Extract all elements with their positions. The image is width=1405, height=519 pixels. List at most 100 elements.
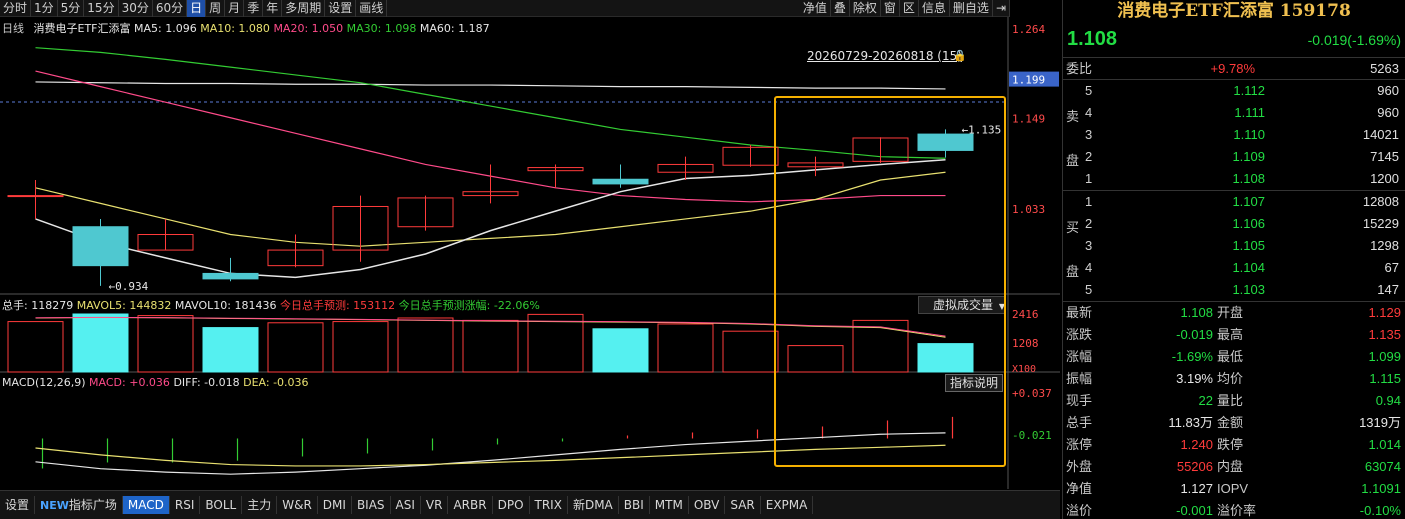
indicator-tab[interactable]: RSI [170, 496, 201, 514]
indicator-tab[interactable]: BOLL [200, 496, 243, 514]
candle-body[interactable] [202, 272, 259, 280]
level-volume: 12808 [1362, 194, 1399, 209]
period-tab[interactable]: 画线 [356, 0, 388, 17]
volume-bar [527, 313, 584, 373]
quote-key: 量比 [1217, 393, 1244, 408]
toolbar-tool[interactable]: 信息 [919, 0, 950, 17]
period-tab[interactable]: 30分 [119, 0, 153, 17]
quote-value: 1.099 [1368, 349, 1401, 364]
quote-key: 跌停 [1217, 437, 1244, 452]
candle-body[interactable] [7, 195, 64, 198]
macd-legend: MACD(12,26,9) MACD: +0.036 DIFF: -0.018 … [2, 376, 309, 389]
order-level[interactable]: 2 1.106 15229 [1063, 213, 1405, 235]
quote-value: 1.108 [1180, 305, 1213, 320]
highlight-box [774, 96, 1006, 467]
macd-tick: -0.021 [1012, 429, 1052, 442]
quote-key: IOPV [1217, 481, 1249, 496]
indicator-tab-label: MACD [127, 498, 164, 512]
quote-value: 1.127 [1180, 481, 1213, 496]
period-label: 日线 [2, 22, 24, 35]
indicator-tab[interactable]: 设置 [0, 496, 36, 514]
date-range-label[interactable]: 20260729-20260818 (15) [807, 49, 962, 63]
indicator-tab[interactable]: OBV [689, 496, 726, 514]
indicator-tab[interactable]: EXPMA [761, 496, 814, 514]
period-tab[interactable]: 年 [263, 0, 283, 17]
toolbar-tool[interactable]: 净值 [800, 0, 831, 17]
indicator-tab[interactable]: NEW指标广场 [35, 496, 123, 514]
indicator-tab-label: DPO [497, 498, 524, 512]
quote-key: 振幅 [1066, 371, 1093, 386]
level-price: 1.109 [1232, 149, 1265, 164]
indicator-tab[interactable]: TRIX [530, 496, 568, 514]
period-tab[interactable]: 日 [187, 0, 207, 17]
order-level[interactable]: 1 1.107 12808 [1063, 191, 1405, 213]
quote-row: 振幅 3.19% 均价 1.115 [1063, 368, 1405, 390]
side-char: 买 [1066, 221, 1080, 236]
period-tab[interactable]: 分时 [0, 0, 32, 17]
indicator-tab[interactable]: DPO [493, 496, 530, 514]
indicator-tab[interactable]: 新DMA [568, 496, 619, 514]
order-ratio-label: 委比 [1066, 61, 1093, 76]
ma20-label: MA20: 1.050 [273, 22, 344, 35]
order-level[interactable]: 2 1.109 7145 [1063, 146, 1405, 168]
toolbar-tool[interactable]: 窗 [881, 0, 900, 17]
quote-value: 63074 [1364, 459, 1401, 474]
pin-icon[interactable]: ⇥ [993, 0, 1010, 17]
period-tab[interactable]: 设置 [325, 0, 357, 17]
quote-key: 最新 [1066, 305, 1093, 320]
period-tab[interactable]: 5分 [58, 0, 85, 17]
indicator-tab[interactable]: W&R [277, 496, 318, 514]
indicator-tab[interactable]: BIAS [352, 496, 391, 514]
level-volume: 147 [1377, 282, 1399, 297]
indicator-tab[interactable]: SAR [725, 496, 761, 514]
level-price: 1.108 [1232, 171, 1265, 186]
indicator-tab[interactable]: ASI [391, 496, 421, 514]
quote-value: 1.129 [1368, 305, 1401, 320]
period-tab[interactable]: 60分 [153, 0, 188, 17]
period-tab[interactable]: 月 [225, 0, 245, 17]
indicator-tab[interactable]: VR [421, 496, 449, 514]
quote-key: 净值 [1066, 481, 1093, 496]
volume-bar [397, 317, 454, 373]
toolbar-tool[interactable]: 区 [900, 0, 919, 17]
lock-icon[interactable]: 🔒 [953, 49, 967, 62]
indicator-tab[interactable]: MACD [122, 496, 170, 514]
toolbar-tool[interactable]: 删自选 [950, 0, 993, 17]
ma-legend: 日线 消费电子ETF汇添富 MA5: 1.096 MA10: 1.080 MA2… [2, 20, 490, 36]
indicator-tab[interactable]: MTM [650, 496, 689, 514]
quote-value: 3.19% [1176, 371, 1213, 386]
volume-bar [202, 327, 259, 373]
toolbar-tool[interactable]: 除权 [850, 0, 881, 17]
period-tab[interactable]: 1分 [31, 0, 58, 17]
indicator-tab[interactable]: 主力 [242, 496, 278, 514]
candle-body[interactable] [592, 178, 649, 185]
indicator-tab-label: 设置 [5, 498, 30, 512]
order-level[interactable]: 3 1.105 1298 [1063, 235, 1405, 257]
candle-body[interactable] [72, 226, 129, 267]
ma30-label: MA30: 1.098 [346, 22, 417, 35]
order-level[interactable]: 5 1.112 960 [1063, 80, 1405, 102]
buy-side-label: 买盘 [1066, 207, 1082, 295]
order-ratio-pct: +9.78% [1210, 61, 1255, 76]
toolbar-tool[interactable]: 叠 [831, 0, 850, 17]
ma5-label: MA5: 1.096 [134, 22, 197, 35]
period-tab[interactable]: 季 [244, 0, 264, 17]
indicator-tab[interactable]: BBI [619, 496, 650, 514]
period-toolbar: 分时 1分 5分 15分 30分 60分日周月季年多周期 设置 画线 净值叠除权窗区信息 删自选 ⇥ [0, 0, 1010, 17]
order-level[interactable]: 4 1.104 67 [1063, 257, 1405, 279]
order-level[interactable]: 1 1.108 1200 [1063, 168, 1405, 190]
order-level[interactable]: 3 1.110 14021 [1063, 124, 1405, 146]
order-level[interactable]: 4 1.111 960 [1063, 102, 1405, 124]
quote-row: 涨停 1.240 跌停 1.014 [1063, 434, 1405, 456]
level-price: 1.107 [1232, 194, 1265, 209]
side-char: 卖 [1066, 110, 1080, 125]
period-tab[interactable]: 周 [206, 0, 226, 17]
quote-row: 涨幅 -1.69% 最低 1.099 [1063, 346, 1405, 368]
indicator-tab[interactable]: ARBR [448, 496, 493, 514]
diff-value: DIFF: -0.018 [173, 376, 240, 389]
indicator-tab[interactable]: DMI [318, 496, 352, 514]
period-tab[interactable]: 多周期 [282, 0, 326, 17]
order-level[interactable]: 5 1.103 147 [1063, 279, 1405, 301]
period-tab[interactable]: 15分 [84, 0, 119, 17]
quote-key: 涨幅 [1066, 349, 1093, 364]
